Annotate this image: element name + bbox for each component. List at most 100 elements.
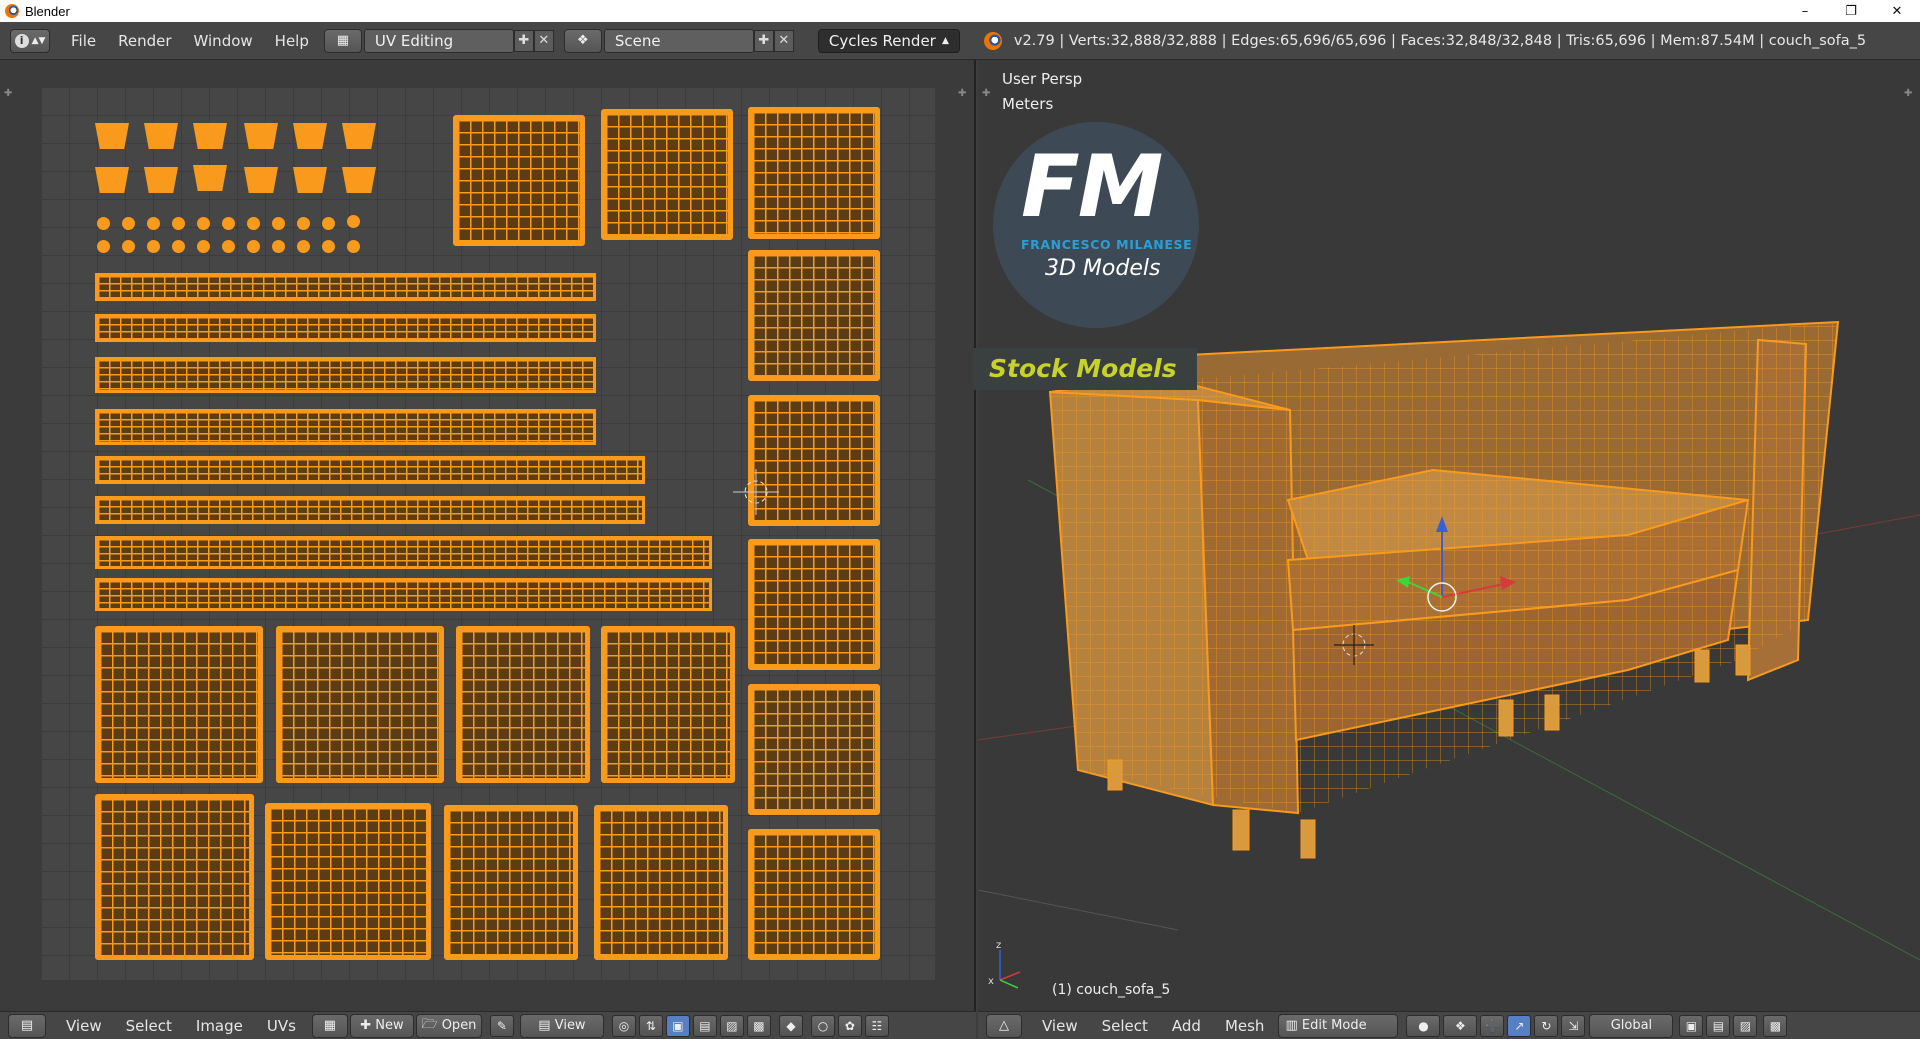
uv-island-dot [347,215,360,228]
edit-mode-icon: ▥ [1285,1018,1298,1033]
uv-island-small [144,167,178,193]
scale-manipulator-icon[interactable]: ⇲ [1561,1014,1586,1037]
occlude-geometry-icon[interactable]: ▩ [1763,1014,1788,1037]
window-titlebar: Blender – ❐ ✕ [0,0,1920,22]
uv-strip [95,314,596,342]
uv-menu-view[interactable]: View [66,1017,102,1035]
screen-layout-field[interactable]: UV Editing [363,28,514,53]
viewport-menu-add[interactable]: Add [1172,1017,1201,1035]
uv-island-dot [97,240,110,253]
uv-island-dot [247,240,260,253]
open-image-button[interactable]: 🗁 Open [415,1013,482,1038]
info-editor-type-button[interactable]: i ▲▼ [10,28,50,53]
minimize-icon[interactable]: – [1782,0,1828,22]
blender-app-icon [5,4,19,18]
restore-icon[interactable]: ❐ [1828,0,1874,22]
uv-island [456,626,590,783]
view-mode-select[interactable]: ▤ View [519,1013,604,1038]
uv-image-editor[interactable]: ✚ ✚ [0,60,976,1011]
uv-island-dot [147,240,160,253]
rotate-manipulator-icon[interactable]: ↻ [1534,1014,1559,1037]
menu-render[interactable]: Render [118,32,171,50]
island-select-icon[interactable]: ▩ [746,1014,771,1037]
uv-island [95,626,263,783]
proportional-edit-icon[interactable]: ○ [810,1014,835,1037]
uv-island [95,794,254,960]
uv-island [748,250,880,381]
view-axes-icon: z x [988,940,1021,989]
uv-menu-uvs[interactable]: UVs [267,1017,296,1035]
remove-layout-icon[interactable]: ✕ [533,29,554,52]
pivot-point-icon[interactable]: ❖ [1443,1014,1478,1037]
manipulator-toggle-icon[interactable]: ➕ [1480,1014,1505,1037]
fm-tagline: 3D Models [1045,256,1161,281]
uv-island-dot [247,217,260,230]
uv-island [453,115,585,246]
new-image-button[interactable]: ✚ New [349,1013,414,1038]
uv-island [265,803,431,960]
viewport-menu-view[interactable]: View [1042,1017,1078,1035]
remove-scene-icon[interactable]: ✕ [773,29,794,52]
snap-element-icon[interactable]: ☷ [864,1014,889,1037]
close-icon[interactable]: ✕ [1874,0,1920,22]
menu-window[interactable]: Window [194,32,253,50]
uv-island [748,107,880,239]
uv-island-dot [97,217,110,230]
view-mode-label: View [554,1018,586,1033]
menu-help[interactable]: Help [275,32,309,50]
uv-island-dot [272,240,285,253]
uv-island-dot [297,240,310,253]
uv-island [748,684,880,815]
screen-layout-icon[interactable]: ▦ [323,28,362,53]
interaction-mode-label: Edit Mode [1301,1018,1367,1033]
viewport-shading-icon[interactable]: ● [1406,1014,1441,1037]
uv-island-small [95,167,129,193]
fm-watermark-logo: FM FRANCESCO MILANESE 3D Models [993,122,1199,328]
svg-text:x: x [988,976,994,987]
translate-manipulator-icon[interactable]: ↗ [1507,1014,1532,1037]
interaction-mode-select[interactable]: ▥ Edit Mode [1278,1013,1399,1038]
uv-strip [95,409,596,445]
vertex-select-mode-icon[interactable]: ▣ [1679,1014,1704,1037]
viewport-editor-type-icon[interactable]: △ [986,1013,1022,1038]
add-layout-icon[interactable]: ✚ [513,29,534,52]
uv-island-dot [322,240,335,253]
edge-select-icon[interactable]: ▤ [692,1014,717,1037]
uv-2d-cursor-icon[interactable] [731,467,781,517]
uv-island [601,626,735,783]
snap-icon[interactable]: ✿ [837,1014,862,1037]
viewport-menu-select[interactable]: Select [1102,1017,1148,1035]
region-expand-right-icon[interactable]: ✚ [958,88,966,99]
uv-menu-image[interactable]: Image [196,1017,243,1035]
uv-island-small [244,123,278,149]
viewport-menu-mesh[interactable]: Mesh [1225,1017,1265,1035]
active-object-label: (1) couch_sofa_5 [1052,982,1171,998]
render-engine-select[interactable]: Cycles Render ▲ [817,28,960,53]
uv-island-small [293,167,327,193]
svg-text:z: z [996,940,1001,951]
pin-icon[interactable]: ✎ [489,1014,514,1037]
editor-type-icon[interactable]: ▤ [8,1013,46,1038]
region-expand-left-icon[interactable]: ✚ [4,88,12,99]
uv-island [594,805,728,960]
uv-menu-select[interactable]: Select [126,1017,172,1035]
sticky-select-icon[interactable]: ◆ [778,1014,803,1037]
transform-orientation-select[interactable]: Global [1589,1013,1674,1038]
uv-island-dot [197,217,210,230]
uv-strip [95,456,645,484]
scene-field[interactable]: Scene [603,28,754,53]
pivot-icon[interactable]: ◎ [611,1014,636,1037]
uv-island-small [193,123,227,149]
sync-select-icon[interactable]: ⇅ [638,1014,663,1037]
edge-select-mode-icon[interactable]: ▤ [1706,1014,1731,1037]
menu-file[interactable]: File [71,32,96,50]
scene-icon[interactable]: ❖ [563,28,602,53]
add-scene-icon[interactable]: ✚ [753,29,774,52]
uv-canvas[interactable] [41,87,935,980]
image-browse-icon[interactable]: ▦ [311,1013,348,1038]
face-select-mode-icon[interactable]: ▨ [1733,1014,1758,1037]
face-select-icon[interactable]: ▨ [719,1014,744,1037]
vertex-select-icon[interactable]: ▣ [665,1014,690,1037]
uv-island-dot [122,240,135,253]
scene-statistics: v2.79 | Verts:32,888/32,888 | Edges:65,6… [1013,32,1867,49]
